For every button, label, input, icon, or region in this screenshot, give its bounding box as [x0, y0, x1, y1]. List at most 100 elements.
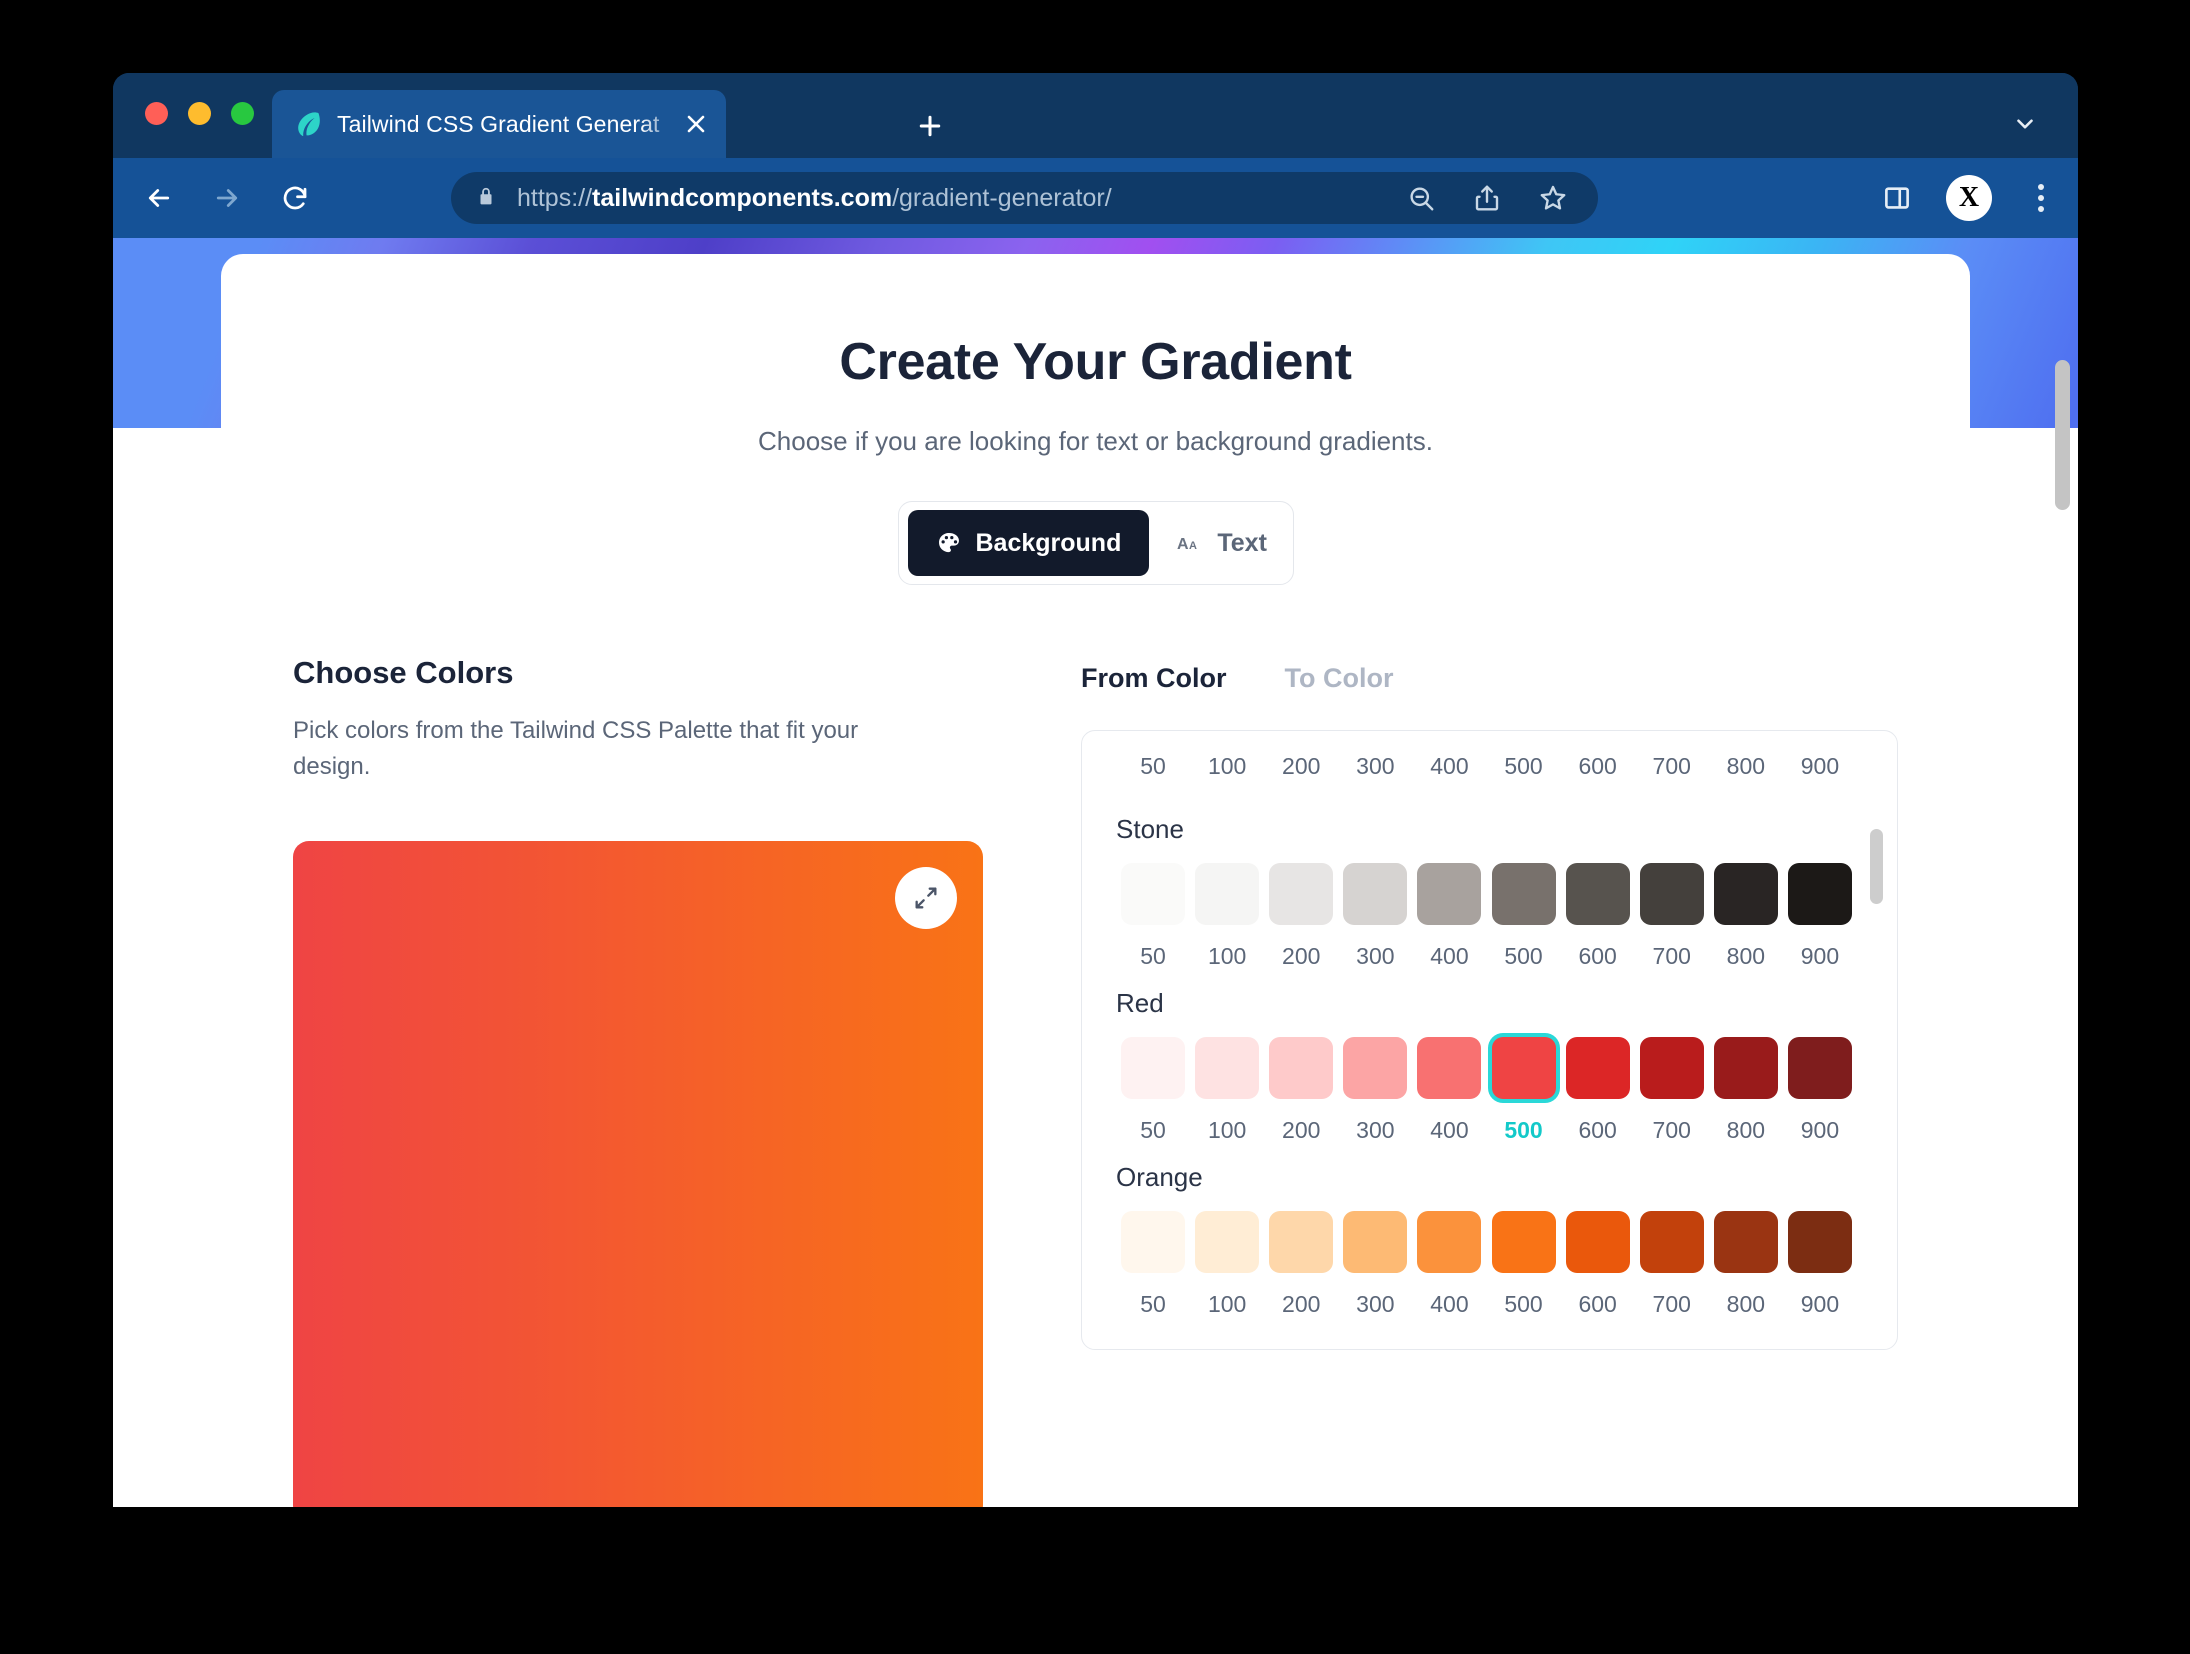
close-tab-button[interactable]: [682, 110, 710, 138]
choose-colors-description: Pick colors from the Tailwind CSS Palett…: [293, 717, 859, 780]
color-swatch-orange-400[interactable]: [1417, 1211, 1482, 1273]
new-tab-button[interactable]: [913, 109, 947, 143]
color-swatch-orange-50[interactable]: [1121, 1211, 1186, 1273]
choose-colors-left: Choose Colors Pick colors from the Tailw…: [293, 655, 993, 1507]
page-subtitle: Choose if you are looking for text or ba…: [758, 426, 1433, 456]
tab-to-color[interactable]: To Color: [1285, 663, 1394, 694]
tab-strip: Tailwind CSS Gradient Generat: [113, 73, 2078, 158]
page-scrollbar-thumb[interactable]: [2055, 360, 2070, 510]
url-text: https://tailwindcomponents.com/gradient-…: [517, 184, 1112, 213]
profile-avatar[interactable]: X: [1946, 175, 1992, 221]
address-bar[interactable]: https://tailwindcomponents.com/gradient-…: [451, 172, 1598, 224]
shade-header-label: 300: [1356, 753, 1395, 779]
shade-label: 900: [1800, 1291, 1840, 1317]
shade-label: 900: [1800, 1117, 1840, 1143]
color-swatch-red-400[interactable]: [1417, 1037, 1482, 1099]
shade-label-row: 50 100 200 300 400 500 600 700 800 900: [1116, 1291, 1857, 1318]
side-panel-icon[interactable]: [1882, 183, 1912, 213]
color-swatch-orange-200[interactable]: [1269, 1211, 1334, 1273]
zoom-out-icon[interactable]: [1406, 183, 1436, 213]
svg-text:A: A: [1177, 536, 1189, 553]
maximize-window-button[interactable]: [231, 102, 254, 125]
color-swatch-stone-500[interactable]: [1491, 863, 1556, 925]
color-swatch-stone-900[interactable]: [1787, 863, 1852, 925]
color-swatch-red-300[interactable]: [1343, 1037, 1408, 1099]
color-swatch-red-100[interactable]: [1195, 1037, 1260, 1099]
share-icon[interactable]: [1472, 183, 1502, 213]
shade-label: 600: [1578, 1291, 1617, 1317]
shade-label: 300: [1356, 1291, 1395, 1317]
browser-window: Tailwind CSS Gradient Generat https://ta…: [113, 73, 2078, 1507]
url-scheme: https://: [517, 183, 593, 212]
reload-icon[interactable]: [273, 176, 317, 220]
choose-colors-right: From Color To Color 50 100 200 300 400 500 600…: [1081, 655, 1898, 1507]
color-swatch-red-700[interactable]: [1639, 1037, 1704, 1099]
shade-label: 800: [1726, 1117, 1766, 1143]
shade-label: 200: [1282, 943, 1321, 969]
shade-label: 700: [1652, 1291, 1691, 1317]
color-swatch-stone-100[interactable]: [1195, 863, 1260, 925]
back-arrow-icon[interactable]: [137, 176, 181, 220]
shade-header-label: 700: [1652, 753, 1691, 779]
shade-header-label: 50: [1140, 753, 1166, 779]
color-swatch-stone-50[interactable]: [1121, 863, 1186, 925]
color-swatch-stone-600[interactable]: [1565, 863, 1630, 925]
chevron-down-icon[interactable]: [2010, 109, 2040, 139]
color-swatch-orange-100[interactable]: [1195, 1211, 1260, 1273]
shade-label: 500: [1504, 1291, 1543, 1317]
tab-background[interactable]: Background: [907, 510, 1150, 576]
shade-label: 300: [1356, 1117, 1395, 1143]
browser-tab[interactable]: Tailwind CSS Gradient Generat: [272, 90, 726, 158]
color-swatch-stone-700[interactable]: [1639, 863, 1704, 925]
color-swatch-stone-400[interactable]: [1417, 863, 1482, 925]
page-viewport: Create Your Gradient Choose if you are l…: [113, 238, 2078, 1507]
palette-group: Orange 50 100 200 300 400 500 600 700 800 900: [1116, 1162, 1857, 1318]
color-swatch-orange-500[interactable]: [1491, 1211, 1556, 1273]
browser-toolbar: https://tailwindcomponents.com/gradient-…: [113, 158, 2078, 238]
color-swatch-red-900[interactable]: [1787, 1037, 1852, 1099]
kebab-menu-icon[interactable]: [2026, 184, 2056, 212]
gradient-preview[interactable]: [293, 841, 983, 1507]
color-swatch-stone-200[interactable]: [1269, 863, 1334, 925]
omnibox-actions: [1406, 172, 1598, 224]
shade-label: 200: [1282, 1291, 1321, 1317]
palette-group: Stone 50 100 200 300 400 500 600 700 800 900: [1116, 814, 1857, 970]
color-swatch-orange-900[interactable]: [1787, 1211, 1852, 1273]
forward-arrow-icon[interactable]: [205, 176, 249, 220]
color-swatch-orange-700[interactable]: [1639, 1211, 1704, 1273]
palette-group: Red 50 100 200 300 400 500 600 700 800 900: [1116, 988, 1857, 1144]
shade-label: 900: [1800, 943, 1840, 969]
color-swatch-red-50[interactable]: [1121, 1037, 1186, 1099]
color-palette: 50 100 200 300 400 500 600 700 800 900 Stone 50 100…: [1081, 730, 1898, 1350]
shade-label: 50: [1140, 943, 1166, 969]
shade-header-label: 800: [1726, 753, 1766, 779]
shade-label: 50: [1140, 1291, 1166, 1317]
shade-header-row: 50 100 200 300 400 500 600 700 800 900: [1116, 753, 1857, 780]
shade-header-label: 400: [1430, 753, 1469, 779]
color-swatch-red-600[interactable]: [1565, 1037, 1630, 1099]
shade-label: 500: [1504, 1117, 1543, 1143]
color-swatch-red-500[interactable]: [1491, 1037, 1556, 1099]
tab-title: Tailwind CSS Gradient Generat: [337, 110, 660, 137]
choose-colors-heading: Choose Colors: [293, 655, 514, 690]
toolbar-right-actions: X: [1882, 158, 2056, 238]
expand-arrows-icon[interactable]: [895, 867, 957, 929]
tab-from-color[interactable]: From Color: [1081, 663, 1227, 694]
color-swatch-stone-800[interactable]: [1713, 863, 1778, 925]
color-swatch-red-200[interactable]: [1269, 1037, 1334, 1099]
color-swatch-orange-600[interactable]: [1565, 1211, 1630, 1273]
tab-background-label: Background: [975, 528, 1122, 557]
color-swatch-stone-300[interactable]: [1343, 863, 1408, 925]
shade-label: 400: [1430, 943, 1469, 969]
color-swatch-orange-800[interactable]: [1713, 1211, 1778, 1273]
color-swatch-red-800[interactable]: [1713, 1037, 1778, 1099]
shade-label: 700: [1652, 943, 1691, 969]
swatch-row: [1116, 863, 1857, 925]
url-path: /gradient-generator/: [892, 183, 1112, 212]
star-icon[interactable]: [1538, 183, 1568, 213]
minimize-window-button[interactable]: [188, 102, 211, 125]
close-window-button[interactable]: [145, 102, 168, 125]
color-swatch-orange-300[interactable]: [1343, 1211, 1408, 1273]
palette-scrollbar-thumb[interactable]: [1870, 829, 1883, 904]
tab-text[interactable]: A A Text: [1155, 510, 1289, 576]
